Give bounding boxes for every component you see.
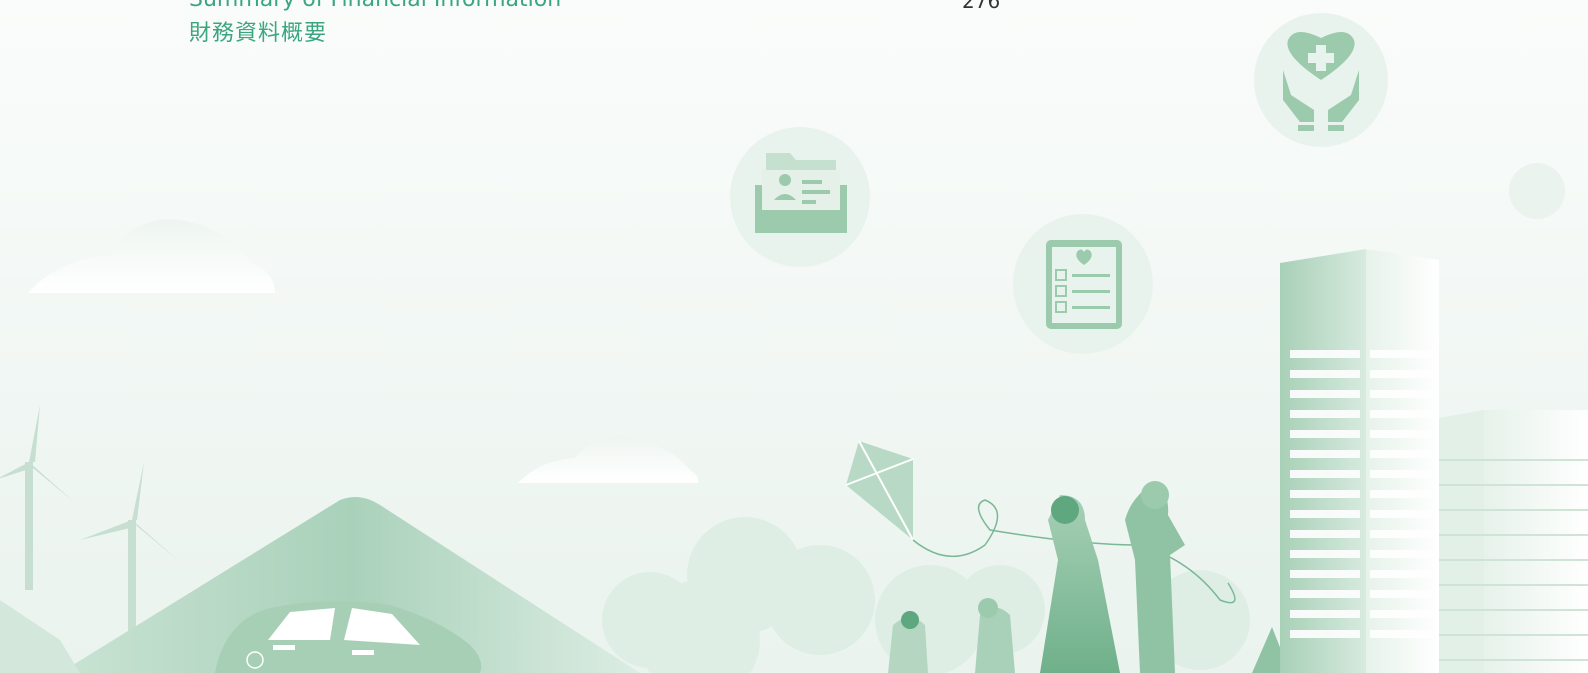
toc-page-number: 276 — [962, 0, 1001, 13]
toc-entry-en[interactable]: Summary of Financial Information — [189, 0, 561, 12]
heart-hands-icon — [1254, 13, 1388, 147]
health-checklist-icon — [1013, 214, 1153, 354]
toc-entry-zh[interactable]: 財務資料概要 — [189, 21, 327, 47]
bubble-right — [1509, 163, 1565, 219]
profile-folder-icon — [730, 127, 870, 267]
background-illustration — [0, 0, 1588, 673]
